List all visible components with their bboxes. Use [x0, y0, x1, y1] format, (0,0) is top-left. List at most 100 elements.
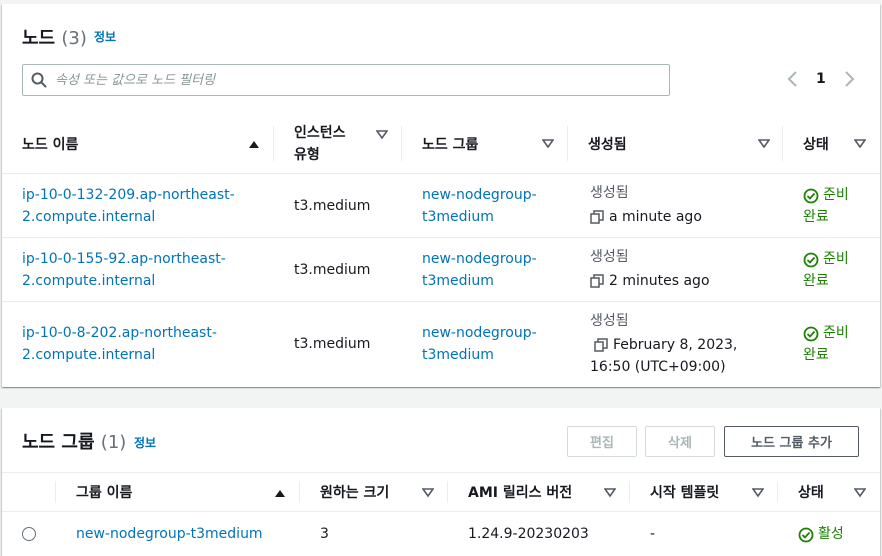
sort-descending-icon[interactable] [758, 138, 770, 150]
node-name-line[interactable]: 2.compute.internal [22, 344, 217, 366]
col-header-ami-version-label: AMI 릴리스 버전 [468, 485, 573, 501]
col-header-node-name-label: 노드 이름 [22, 136, 79, 153]
status-badge: 준비 완료 [803, 184, 849, 228]
status-text: 준비 [823, 251, 849, 267]
search-icon [31, 72, 47, 88]
node-groups-title: 노드 그룹 (1) [22, 428, 126, 454]
col-header-node-name[interactable]: 노드 이름 [2, 114, 274, 173]
node-name-link[interactable]: ip-10-0-8-202.ap-northeast- 2.compute.in… [22, 322, 217, 366]
status-badge: 활성 [798, 523, 844, 545]
col-header-desired-size-label: 원하는 크기 [320, 485, 390, 501]
sort-descending-icon[interactable] [752, 487, 764, 499]
col-header-launch-template-label: 시작 템플릿 [650, 485, 720, 501]
status-text: 완료 [803, 273, 829, 289]
status-text: 활성 [818, 526, 844, 542]
col-header-group-name[interactable]: 그룹 이름 [56, 473, 300, 511]
node-group-line[interactable]: new-nodegroup- [422, 248, 537, 270]
node-group-link[interactable]: new-nodegroup- t3medium [422, 322, 537, 366]
col-header-launch-template[interactable]: 시작 템플릿 [630, 473, 778, 511]
nodes-title-text: 노드 [22, 28, 56, 49]
instance-type: t3.medium [294, 336, 371, 352]
col-header-instance-type[interactable]: 인스턴스 유형 [274, 114, 402, 173]
col-header-desired-size[interactable]: 원하는 크기 [300, 473, 448, 511]
node-groups-title-text: 노드 그룹 [22, 432, 95, 453]
node-name-link[interactable]: ip-10-0-132-209.ap-northeast- 2.compute.… [22, 184, 235, 228]
pagination-current-page[interactable]: 1 [816, 71, 826, 91]
add-node-group-button[interactable]: 노드 그룹 추가 [724, 426, 859, 457]
copy-icon[interactable] [590, 210, 604, 224]
node-groups-count: (1) [100, 432, 127, 453]
node-name-line[interactable]: ip-10-0-155-92.ap-northeast- [22, 248, 226, 270]
table-row: ip-10-0-132-209.ap-northeast- 2.compute.… [2, 174, 880, 238]
sort-descending-icon[interactable] [854, 487, 866, 499]
col-header-group-name-label: 그룹 이름 [76, 485, 133, 501]
nodes-info-link[interactable]: 정보 [94, 28, 116, 45]
col-header-instance-line2: 유형 [294, 146, 320, 163]
sort-descending-icon[interactable] [604, 487, 616, 499]
delete-button[interactable]: 삭제 [645, 426, 715, 457]
status-text: 완료 [803, 209, 829, 225]
pagination-next-icon[interactable] [842, 70, 856, 88]
col-header-status[interactable]: 상태 [783, 114, 880, 173]
sort-ascending-icon[interactable] [274, 487, 286, 499]
nodes-search-box[interactable] [22, 64, 670, 96]
created-cell: 생성됨 2 minutes ago [590, 246, 710, 292]
table-row: ip-10-0-8-202.ap-northeast- 2.compute.in… [2, 302, 880, 386]
nodes-search-input[interactable] [55, 70, 655, 90]
node-group-link[interactable]: new-nodegroup- t3medium [422, 248, 537, 292]
edit-button[interactable]: 편집 [567, 426, 637, 457]
node-group-line[interactable]: t3medium [422, 344, 537, 366]
created-time: 16:50 (UTC+09:00) [590, 359, 726, 375]
created-date: February 8, 2023, [613, 337, 738, 353]
sort-ascending-icon[interactable] [248, 138, 260, 150]
node-name-line[interactable]: ip-10-0-132-209.ap-northeast- [22, 184, 235, 206]
node-name-line[interactable]: ip-10-0-8-202.ap-northeast- [22, 322, 217, 344]
node-group-link[interactable]: new-nodegroup- t3medium [422, 184, 537, 228]
status-text: 준비 [823, 187, 849, 203]
nodes-table-header: 노드 이름 인스턴스 유형 노드 그룹 생성됨 상태 [2, 114, 880, 174]
node-name-line[interactable]: 2.compute.internal [22, 270, 226, 292]
node-name-link[interactable]: ip-10-0-155-92.ap-northeast- 2.compute.i… [22, 248, 226, 292]
created-relative: 2 minutes ago [609, 273, 710, 289]
table-row: new-nodegroup-t3medium 3 1.24.9-20230203… [2, 512, 880, 556]
node-name-line[interactable]: 2.compute.internal [22, 206, 235, 228]
col-header-select [2, 473, 56, 511]
col-header-ami-version[interactable]: AMI 릴리스 버전 [448, 473, 630, 511]
nodes-count: (3) [61, 28, 87, 49]
table-row: ip-10-0-155-92.ap-northeast- 2.compute.i… [2, 238, 880, 302]
node-group-line[interactable]: t3medium [422, 270, 537, 292]
status-text: 준비 [823, 325, 849, 341]
sort-descending-icon[interactable] [854, 138, 866, 150]
created-label: 생성됨 [590, 249, 629, 265]
status-text: 완료 [803, 347, 829, 363]
copy-icon[interactable] [590, 274, 604, 288]
status-success-icon [803, 188, 819, 204]
col-header-created[interactable]: 생성됨 [568, 114, 783, 173]
col-header-created-label: 생성됨 [588, 136, 627, 153]
instance-type: t3.medium [294, 198, 371, 214]
status-badge: 준비 완료 [803, 322, 849, 366]
col-header-node-group[interactable]: 노드 그룹 [402, 114, 568, 173]
col-header-group-status-label: 상태 [798, 485, 824, 501]
node-group-line[interactable]: new-nodegroup- [422, 184, 537, 206]
node-group-line[interactable]: new-nodegroup- [422, 322, 537, 344]
created-cell: 생성됨 a minute ago [590, 182, 702, 228]
status-success-icon [798, 527, 814, 543]
group-name-link[interactable]: new-nodegroup-t3medium [76, 523, 263, 545]
nodes-panel: 노드 (3) 정보 1 노드 이름 인스턴스 유형 노드 [2, 4, 880, 387]
node-groups-info-link[interactable]: 정보 [134, 434, 156, 451]
nodes-title: 노드 (3) [22, 24, 87, 50]
sort-descending-icon[interactable] [376, 129, 388, 141]
node-group-line[interactable]: t3medium [422, 206, 537, 228]
col-header-group-status[interactable]: 상태 [778, 473, 880, 511]
sort-descending-icon[interactable] [422, 487, 434, 499]
status-success-icon [803, 252, 819, 268]
instance-type: t3.medium [294, 262, 371, 278]
col-header-status-label: 상태 [803, 136, 829, 153]
row-select-radio[interactable] [22, 527, 36, 541]
copy-icon[interactable] [594, 338, 608, 352]
launch-template: - [650, 526, 656, 542]
ami-version: 1.24.9-20230203 [468, 526, 589, 542]
pagination-prev-icon[interactable] [786, 70, 800, 88]
sort-descending-icon[interactable] [542, 138, 554, 150]
